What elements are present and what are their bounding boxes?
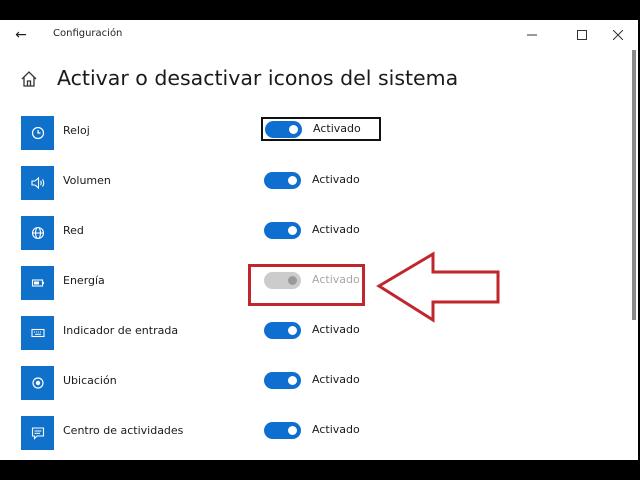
- location-tile: [21, 366, 54, 400]
- maximize-icon: [577, 30, 587, 40]
- settings-window: ← Configuración Activar o desactivar ico…: [0, 20, 638, 460]
- toggle-state-label: Activado: [312, 323, 360, 336]
- location-icon: [31, 377, 44, 389]
- toggle-switch[interactable]: [264, 322, 301, 339]
- setting-label: Volumen: [63, 174, 111, 187]
- setting-row-ubicacion: Ubicación Activado: [21, 366, 621, 400]
- toggle-ubicacion[interactable]: Activado: [261, 367, 381, 391]
- close-icon: [613, 30, 623, 40]
- setting-row-centro-de-actividades: Centro de actividades Activado: [21, 416, 621, 450]
- toggle-state-label: Activado: [312, 373, 360, 386]
- toggle-switch[interactable]: [264, 172, 301, 189]
- annotation-highlight-box: [248, 264, 365, 306]
- arrow-left-icon: ←: [15, 27, 27, 43]
- title-bar: ← Configuración: [0, 20, 638, 50]
- toggle-switch[interactable]: [264, 222, 301, 239]
- setting-row-volumen: Volumen Activado: [21, 166, 621, 200]
- vertical-scrollbar[interactable]: [632, 50, 636, 320]
- toggle-switch[interactable]: [264, 372, 301, 389]
- setting-label: Indicador de entrada: [63, 324, 179, 337]
- toggle-volumen[interactable]: Activado: [261, 167, 381, 191]
- volume-icon: [30, 176, 44, 190]
- keyboard-icon: [30, 328, 45, 338]
- network-tile: [21, 216, 54, 250]
- toggle-red[interactable]: Activado: [261, 217, 381, 241]
- setting-label: Centro de actividades: [63, 424, 184, 437]
- action-center-tile: [21, 416, 54, 450]
- clock-tile: [21, 116, 54, 150]
- volume-tile: [21, 166, 54, 200]
- maximize-button[interactable]: [568, 24, 596, 46]
- minimize-button[interactable]: [518, 24, 546, 46]
- toggle-state-label: Activado: [313, 122, 361, 135]
- toggle-switch[interactable]: [264, 422, 301, 439]
- toggle-centro-de-actividades[interactable]: Activado: [261, 417, 381, 441]
- setting-row-reloj: Reloj Activado: [21, 116, 621, 150]
- page-title: Activar o desactivar iconos del sistema: [57, 66, 459, 90]
- annotation-arrow-icon: [376, 251, 500, 323]
- app-title: Configuración: [53, 28, 123, 39]
- toggle-state-label: Activado: [312, 223, 360, 236]
- close-button[interactable]: [604, 24, 632, 46]
- setting-label: Ubicación: [63, 374, 117, 387]
- back-button[interactable]: ←: [8, 24, 34, 46]
- minimize-icon: [527, 34, 537, 36]
- toggle-switch[interactable]: [265, 121, 302, 138]
- toggle-reloj[interactable]: Activado: [261, 117, 381, 141]
- setting-row-indicador-de-entrada: Indicador de entrada Activado: [21, 316, 621, 350]
- battery-tile: [21, 266, 54, 300]
- setting-row-red: Red Activado: [21, 216, 621, 250]
- toggle-state-label: Activado: [312, 173, 360, 186]
- toggle-indicador-de-entrada[interactable]: Activado: [261, 317, 381, 341]
- home-icon[interactable]: [20, 70, 38, 88]
- setting-label: Red: [63, 224, 84, 237]
- clock-icon: [31, 126, 44, 140]
- action-center-icon: [31, 427, 44, 440]
- network-icon: [31, 226, 44, 240]
- toggle-state-label: Activado: [312, 423, 360, 436]
- setting-label: Reloj: [63, 124, 90, 137]
- setting-label: Energía: [63, 274, 105, 287]
- keyboard-tile: [21, 316, 54, 350]
- battery-icon: [31, 279, 44, 287]
